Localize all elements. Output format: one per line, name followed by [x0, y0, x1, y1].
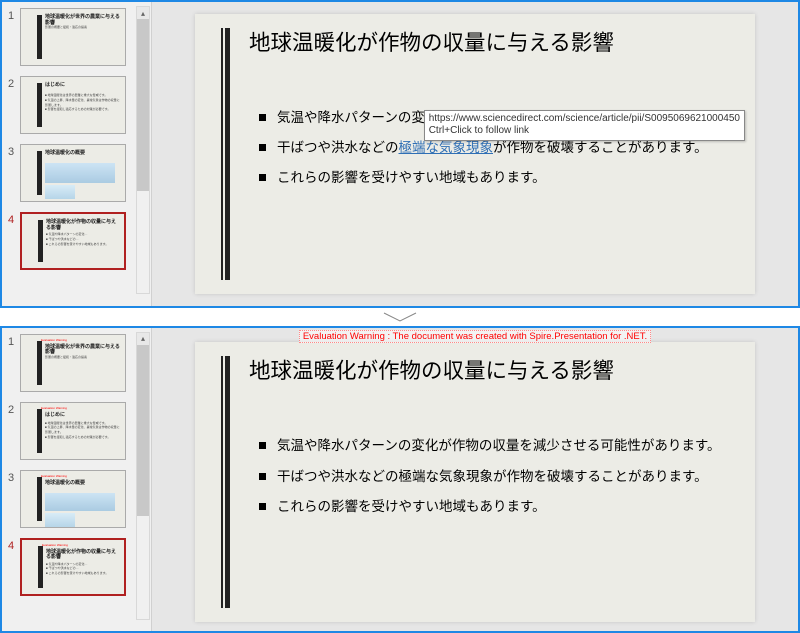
down-arrow-icon [0, 308, 800, 326]
thumbnail-panel-bottom: 1 Evaluation Warning 地球温暖化が世界の農業に与える影響 影… [2, 328, 152, 632]
thumb-3[interactable]: 3 Evaluation Warning 地球温暖化の概要 [8, 470, 151, 528]
tooltip-url: https://www.sciencedirect.com/science/ar… [429, 113, 740, 126]
bottom-pane: 1 Evaluation Warning 地球温暖化が世界の農業に与える影響 影… [0, 326, 800, 633]
eval-warning-small: Evaluation Warning [41, 338, 67, 342]
placeholder-image-icon [45, 513, 75, 527]
top-pane: 1 地球温暖化が世界の農業に与える影響 影響の概要と緩和・適応の提案 2 はじめ… [0, 0, 800, 308]
slide-editor-top: 地球温暖化が作物の収量に与える影響 気温や降水パターンの変化が作物の収量を減少さ… [152, 2, 798, 306]
thumb-1[interactable]: 1 地球温暖化が世界の農業に与える影響 影響の概要と緩和・適応の提案 [8, 8, 151, 66]
evaluation-warning: Evaluation Warning : The document was cr… [202, 330, 748, 343]
slide-canvas[interactable]: 地球温暖化が作物の収量に与える影響 気温や降水パターンの変化が作物の収量を減少さ… [195, 342, 755, 622]
bullet-3[interactable]: これらの影響を受けやすい地域もあります。 [259, 497, 733, 517]
eval-warning-small: Evaluation Warning [41, 406, 67, 410]
scroll-handle[interactable] [137, 345, 149, 517]
thumb-3[interactable]: 3 地球温暖化の概要 [8, 144, 151, 202]
bullet-3[interactable]: これらの影響を受けやすい地域もあります。 [259, 168, 733, 188]
slide-editor-bottom: Evaluation Warning : The document was cr… [152, 328, 798, 632]
thumbnail-scrollbar[interactable]: ▴ [136, 6, 150, 294]
slide-title[interactable]: 地球温暖化が作物の収量に与える影響 [249, 358, 737, 385]
tooltip-hint: Ctrl+Click to follow link [429, 125, 740, 138]
scroll-handle[interactable] [137, 19, 149, 191]
hyperlink-2[interactable]: 極端な気象現象 [399, 140, 494, 155]
thumb-2[interactable]: 2 Evaluation Warning はじめに ■ 地球温暖化は世界の農業に… [8, 402, 151, 460]
placeholder-image-icon [45, 185, 75, 199]
scroll-up-icon[interactable]: ▴ [137, 7, 149, 19]
thumb-1[interactable]: 1 Evaluation Warning 地球温暖化が世界の農業に与える影響 影… [8, 334, 151, 392]
scroll-up-icon[interactable]: ▴ [137, 333, 149, 345]
slide-title[interactable]: 地球温暖化が作物の収量に与える影響 [249, 30, 737, 57]
placeholder-image-icon [45, 163, 115, 183]
thumb-4[interactable]: 4 地球温暖化が作物の収量に与える影響 ■ 気温や降水パターンの変化… ■ 干ば… [8, 212, 151, 270]
bullet-1[interactable]: 気温や降水パターンの変化が作物の収量を減少させる可能性があります。 [259, 436, 733, 456]
link-tooltip: https://www.sciencedirect.com/science/ar… [424, 110, 745, 141]
thumbnail-panel-top: 1 地球温暖化が世界の農業に与える影響 影響の概要と緩和・適応の提案 2 はじめ… [2, 2, 152, 306]
bullet-2[interactable]: 干ばつや洪水などの極端な気象現象が作物を破壊することがあります。 [259, 138, 733, 158]
eval-warning-small: Evaluation Warning [42, 543, 68, 547]
placeholder-image-icon [45, 493, 115, 511]
eval-warning-small: Evaluation Warning [41, 474, 67, 478]
bullet-2[interactable]: 干ばつや洪水などの極端な気象現象が作物を破壊することがあります。 [259, 467, 733, 487]
thumb-4[interactable]: 4 Evaluation Warning 地球温暖化が作物の収量に与える影響 ■… [8, 538, 151, 596]
thumb-2[interactable]: 2 はじめに ■ 地球温暖化は世界の農業に重大な脅威です。 ■ 気温の上昇、降水… [8, 76, 151, 134]
thumbnail-scrollbar[interactable]: ▴ [136, 332, 150, 620]
slide-canvas[interactable]: 地球温暖化が作物の収量に与える影響 気温や降水パターンの変化が作物の収量を減少さ… [195, 14, 755, 294]
slide-body[interactable]: 気温や降水パターンの変化が作物の収量を減少させる可能性があります。 干ばつや洪水… [259, 436, 733, 527]
